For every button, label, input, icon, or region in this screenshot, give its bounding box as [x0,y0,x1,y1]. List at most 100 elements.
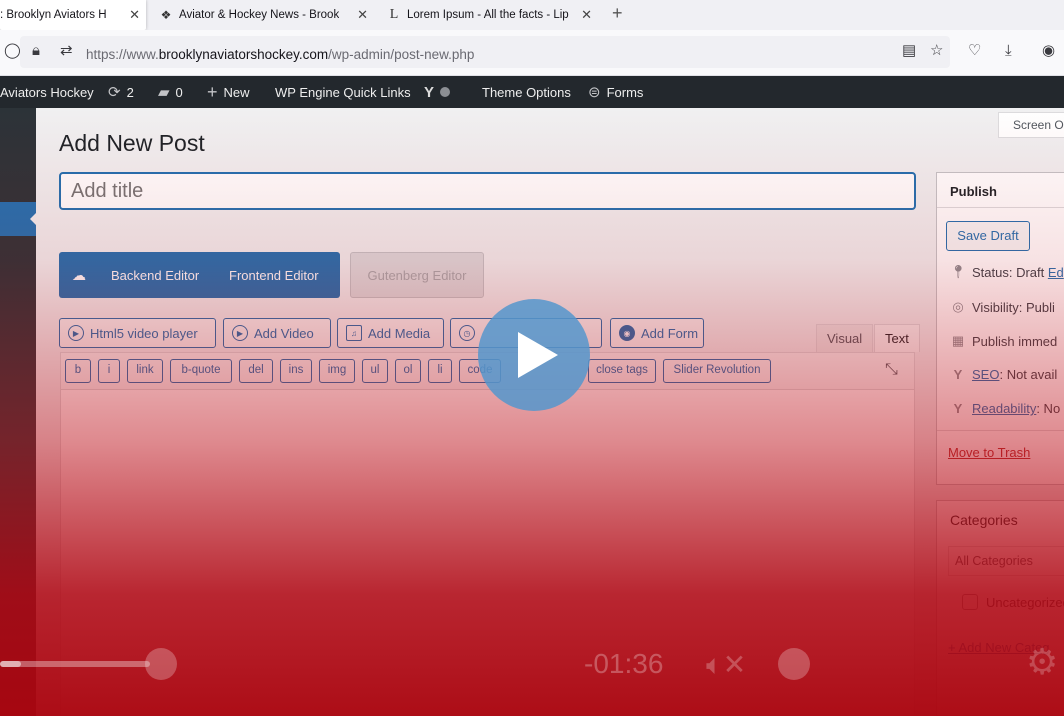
readability-link[interactable]: Readability [972,401,1036,416]
seo-link[interactable]: SEO [972,367,999,382]
quicktag-button-ol[interactable]: ol [395,359,421,383]
media-icon: ♫ [346,325,362,341]
eye-icon: ◎ [952,299,964,314]
close-icon[interactable]: ✕ [581,8,592,21]
admin-bar-site-name[interactable]: Aviators Hockey [0,76,94,108]
quicktag-button-b[interactable]: b [65,359,91,383]
quicktag-button-img[interactable]: img [319,359,355,383]
page-title: Add New Post [59,130,205,156]
mute-icon[interactable]: 🔈︎✕ [706,648,746,682]
post-title-input[interactable] [59,172,916,210]
publish-box [936,172,1064,485]
video-progress-bar[interactable] [0,661,150,667]
quicktag-button-li[interactable]: li [428,359,452,383]
category-label: Uncategorized [986,594,1064,610]
close-icon[interactable]: ✕ [357,8,368,21]
video-scrub-handle[interactable] [145,648,177,680]
quicktag-button-i[interactable]: i [98,359,120,383]
video-timecode: -01:36 [584,648,664,679]
cloud-icon: ☁ [72,267,86,283]
browser-tab[interactable]: ❖ Aviator & Hockey News - Brook ✕ [152,0,374,30]
gutenberg-editor-button[interactable]: Gutenberg Editor [350,252,484,298]
quicktag-button-link[interactable]: link [127,359,163,383]
url-path: /wp-admin/post-new.php [328,47,475,62]
tracking-shield-icon[interactable]: ◯ [4,43,21,59]
pocket-icon[interactable]: ♡ [968,43,981,59]
updates-count: 2 [126,84,134,100]
forms-icon: ⊜ [588,84,601,101]
bookmark-star-icon[interactable]: ☆ [930,43,943,59]
tab-visual[interactable]: Visual [816,324,874,352]
admin-bar-yoast[interactable]: Y [424,76,451,108]
admin-bar-comments[interactable]: ▰ 0 [158,76,183,108]
category-item[interactable]: Uncategorized [962,594,1064,610]
button-label: Add Video [254,325,314,341]
admin-menu-current-item[interactable] [0,202,37,236]
editor-switch-button[interactable]: ☁ Backend Editor Frontend Editor [59,252,340,298]
url-text[interactable]: https://www.brooklynaviatorshockey.com/w… [86,47,474,62]
category-checkbox[interactable] [962,594,978,610]
reader-view-icon[interactable]: ▤ [902,43,916,59]
readability-value: : No [1036,401,1061,416]
tab-text[interactable]: Text [874,324,920,352]
browser-tab-bar: : Brooklyn Aviators H ✕ ❖ Aviator & Hock… [0,0,1064,30]
seo-score-row: Y SEO: Not avail [950,367,1058,382]
play-circle-icon: ▶ [232,325,248,341]
status-label: Status: Draft [972,264,1045,280]
divider [937,207,1064,208]
permissions-icon[interactable]: ⇄ [60,43,73,59]
updates-icon: ⟳ [108,84,121,101]
admin-menu-sidebar [0,108,37,716]
quicktag-button-ins[interactable]: ins [280,359,312,383]
save-draft-button[interactable]: Save Draft [946,221,1030,251]
frontend-editor-label[interactable]: Frontend Editor [229,268,319,283]
publish-box-title: Publish [950,184,997,199]
button-label: Html5 video player [90,325,198,341]
download-icon[interactable]: ⤓ [1005,43,1012,59]
quicktag-button-del[interactable]: del [239,359,273,383]
video-play-button[interactable] [478,299,590,411]
admin-bar-theme-options[interactable]: Theme Options [482,76,571,108]
status-edit-link[interactable]: Ed [1048,265,1064,280]
form-icon: ◉ [619,325,635,341]
lock-icon[interactable]: 🔒︎ [32,43,40,59]
tab-all-categories[interactable]: All Categories [948,546,1064,576]
volume-slider-handle[interactable] [778,648,810,680]
yoast-logo-icon: Y [424,83,435,101]
admin-bar-updates[interactable]: ⟳ 2 [108,76,134,108]
new-label: New [223,84,250,100]
browser-tab-active[interactable]: : Brooklyn Aviators H ✕ [0,0,146,30]
yoast-seo-icon: Y [953,367,963,382]
categories-box-title: Categories [950,512,1018,528]
add-video-button[interactable]: ▶ Add Video [223,318,331,348]
play-circle-icon: ▶ [68,325,84,341]
fullscreen-icon[interactable]: ⤡ [885,361,898,379]
quicktag-button-ul[interactable]: ul [362,359,388,383]
move-to-trash-link[interactable]: Move to Trash [948,445,1030,460]
visibility-label: Visibility: Publi [972,299,1055,315]
new-tab-plus-icon[interactable]: + [612,3,623,24]
screen-options-button[interactable]: Screen O [998,112,1064,138]
browser-tab[interactable]: L Lorem Ipsum - All the facts - Lip ✕ [380,0,598,30]
admin-bar-wp-engine[interactable]: WP Engine Quick Links [275,76,411,108]
quicktag-button-b-quote[interactable]: b-quote [170,359,232,383]
close-icon[interactable]: ✕ [129,8,140,21]
url-prefix: https://www. [86,47,159,62]
pin-icon: 📍︎ [950,264,967,279]
play-icon [518,332,558,378]
admin-bar-forms[interactable]: ⊜ Forms [588,76,643,108]
quicktag-button-close-tags[interactable]: close tags [588,359,656,383]
account-icon[interactable]: ◉ [1042,43,1055,59]
add-media-button[interactable]: ♫ Add Media [337,318,444,348]
add-form-button[interactable]: ◉ Add Form [610,318,704,348]
page-favicon-icon: ❖ [160,8,172,22]
button-label: Add Form [641,325,699,341]
html5-video-player-button[interactable]: ▶ Html5 video player [59,318,216,348]
video-progress-fill [0,661,21,667]
theme-options-label: Theme Options [482,84,571,100]
site-name-label: Aviators Hockey [0,84,94,100]
quicktag-button-slider-revolution[interactable]: Slider Revolution [663,359,771,383]
gear-icon[interactable]: ⚙ [1026,644,1058,680]
backend-editor-label[interactable]: Backend Editor [111,268,199,283]
admin-bar-new[interactable]: + New [207,76,250,108]
